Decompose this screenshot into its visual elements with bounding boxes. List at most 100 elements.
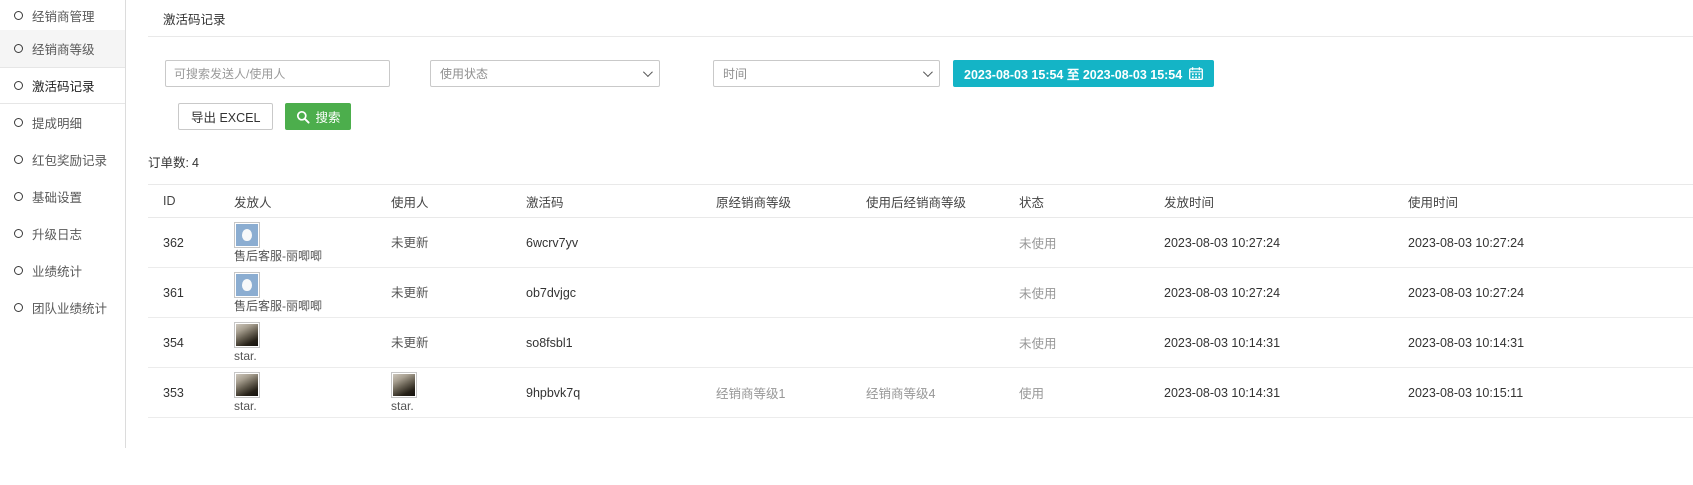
cell-status: 使用 <box>1019 368 1164 418</box>
sidebar-item[interactable]: 红包奖励记录 <box>0 141 125 178</box>
cell-code: 6wcrv7yv <box>526 218 716 268</box>
records-table-wrap: ID 发放人 使用人 激活码 原经销商等级 使用后经销商等级 状态 发放时间 使… <box>148 184 1693 418</box>
sender-avatar <box>234 322 260 348</box>
col-header-issued-at: 发放时间 <box>1164 185 1408 218</box>
sidebar-item-label: 业绩统计 <box>32 261 82 280</box>
cell-issued-at: 2023-08-03 10:14:31 <box>1164 368 1408 418</box>
export-excel-button[interactable]: 导出 EXCEL <box>178 103 273 130</box>
sidebar-item-label: 升级日志 <box>32 224 82 243</box>
sidebar-item-label: 提成明细 <box>32 113 82 132</box>
cell-level-after <box>866 268 1019 318</box>
cell-status: 未使用 <box>1019 268 1164 318</box>
title-divider <box>148 36 1693 37</box>
main-content: 激活码记录 使用状态 时间 2023-08-03 15:54 至 2023-08… <box>126 0 1693 485</box>
cell-user: 未更新 <box>391 268 526 318</box>
magnifier-icon <box>296 110 310 124</box>
cell-used-at: 2023-08-03 10:27:24 <box>1408 218 1693 268</box>
sender-avatar <box>234 222 260 248</box>
sidebar-item[interactable]: 经销商管理 <box>0 0 125 30</box>
time-select[interactable]: 时间 <box>713 60 940 87</box>
cell-status: 未使用 <box>1019 318 1164 368</box>
sidebar-item[interactable]: 激活码记录 <box>0 67 125 104</box>
order-count: 订单数:4 <box>148 152 1693 171</box>
sidebar-item[interactable]: 经销商等级 <box>0 30 125 67</box>
circle-icon <box>14 81 23 90</box>
circle-icon <box>14 303 23 312</box>
sidebar-item[interactable]: 基础设置 <box>0 178 125 215</box>
table-row: 361 售后客服-丽唧唧 未更新 ob7dvjgc 未使用 2023-08-03… <box>148 268 1693 318</box>
sidebar-item[interactable]: 团队业绩统计 <box>0 289 125 326</box>
cell-issued-at: 2023-08-03 10:27:24 <box>1164 218 1408 268</box>
status-select[interactable]: 使用状态 <box>430 60 660 87</box>
circle-icon <box>14 11 23 20</box>
sidebar-item-label: 经销商等级 <box>32 39 95 58</box>
cell-sender: star. <box>234 318 391 368</box>
sender-name: star. <box>234 400 257 413</box>
cell-sender: 售后客服-丽唧唧 <box>234 218 391 268</box>
cell-issued-at: 2023-08-03 10:14:31 <box>1164 318 1408 368</box>
circle-icon <box>14 229 23 238</box>
col-header-user: 使用人 <box>391 185 526 218</box>
chevron-down-icon <box>643 67 653 77</box>
records-table: ID 发放人 使用人 激活码 原经销商等级 使用后经销商等级 状态 发放时间 使… <box>148 184 1693 418</box>
search-button-label: 搜索 <box>315 107 340 126</box>
user-name: 未更新 <box>391 337 429 350</box>
col-header-sender: 发放人 <box>234 185 391 218</box>
sender-avatar <box>234 372 260 398</box>
sender-name: 售后客服-丽唧唧 <box>234 300 322 313</box>
sender-name: star. <box>234 350 257 363</box>
chevron-down-icon <box>923 67 933 77</box>
cell-level-before: 经销商等级1 <box>716 368 866 418</box>
table-header-row: ID 发放人 使用人 激活码 原经销商等级 使用后经销商等级 状态 发放时间 使… <box>148 185 1693 218</box>
cell-user: 未更新 <box>391 318 526 368</box>
cell-level-after <box>866 318 1019 368</box>
page-title: 激活码记录 <box>163 9 1693 28</box>
col-header-used-at: 使用时间 <box>1408 185 1693 218</box>
app: 经销商管理 经销商等级 激活码记录 提成明细 红包奖励记录 基础设置 升级日志 … <box>0 0 1693 485</box>
sidebar-item[interactable]: 升级日志 <box>0 215 125 252</box>
cell-user: 未更新 <box>391 218 526 268</box>
cell-sender: 售后客服-丽唧唧 <box>234 268 391 318</box>
order-count-value: 4 <box>192 156 199 170</box>
sidebar-item-label: 激活码记录 <box>32 76 95 95</box>
calendar-icon <box>1189 67 1203 80</box>
cell-level-before <box>716 268 866 318</box>
sidebar-item[interactable]: 业绩统计 <box>0 252 125 289</box>
search-input[interactable] <box>165 60 390 87</box>
sidebar: 经销商管理 经销商等级 激活码记录 提成明细 红包奖励记录 基础设置 升级日志 … <box>0 0 126 448</box>
sender-name: 售后客服-丽唧唧 <box>234 250 322 263</box>
cell-user: star. <box>391 368 526 418</box>
cell-code: ob7dvjgc <box>526 268 716 318</box>
cell-id: 361 <box>148 268 234 318</box>
cell-code: so8fsbl1 <box>526 318 716 368</box>
time-select-value: 时间 <box>723 65 747 82</box>
sidebar-menu: 经销商管理 经销商等级 激活码记录 提成明细 红包奖励记录 基础设置 升级日志 … <box>0 0 125 326</box>
table-row: 362 售后客服-丽唧唧 未更新 6wcrv7yv 未使用 2023-08-03… <box>148 218 1693 268</box>
sidebar-item-label: 红包奖励记录 <box>32 150 107 169</box>
cell-issued-at: 2023-08-03 10:27:24 <box>1164 268 1408 318</box>
cell-status: 未使用 <box>1019 218 1164 268</box>
sidebar-item[interactable]: 提成明细 <box>0 104 125 141</box>
user-name: 未更新 <box>391 287 429 300</box>
cell-sender: star. <box>234 368 391 418</box>
user-name: star. <box>391 400 414 413</box>
cell-level-before <box>716 318 866 368</box>
search-button[interactable]: 搜索 <box>285 103 351 130</box>
cell-id: 353 <box>148 368 234 418</box>
cell-level-before <box>716 218 866 268</box>
status-select-value: 使用状态 <box>440 65 488 82</box>
sidebar-item-label: 经销商管理 <box>32 6 95 25</box>
cell-used-at: 2023-08-03 10:14:31 <box>1408 318 1693 368</box>
user-avatar <box>391 372 417 398</box>
date-range-value: 2023-08-03 15:54 至 2023-08-03 15:54 <box>964 64 1182 83</box>
cell-used-at: 2023-08-03 10:15:11 <box>1408 368 1693 418</box>
table-row: 353 star. star. 9hpbvk7q 经销商等级1 经销商等级4 使… <box>148 368 1693 418</box>
circle-icon <box>14 192 23 201</box>
cell-used-at: 2023-08-03 10:27:24 <box>1408 268 1693 318</box>
action-bar: 导出 EXCEL 搜索 <box>148 103 1693 130</box>
date-range-button[interactable]: 2023-08-03 15:54 至 2023-08-03 15:54 <box>953 60 1214 87</box>
col-header-level-after: 使用后经销商等级 <box>866 185 1019 218</box>
table-row: 354 star. 未更新 so8fsbl1 未使用 2023-08-03 10… <box>148 318 1693 368</box>
cell-level-after: 经销商等级4 <box>866 368 1019 418</box>
sidebar-item-label: 基础设置 <box>32 187 82 206</box>
